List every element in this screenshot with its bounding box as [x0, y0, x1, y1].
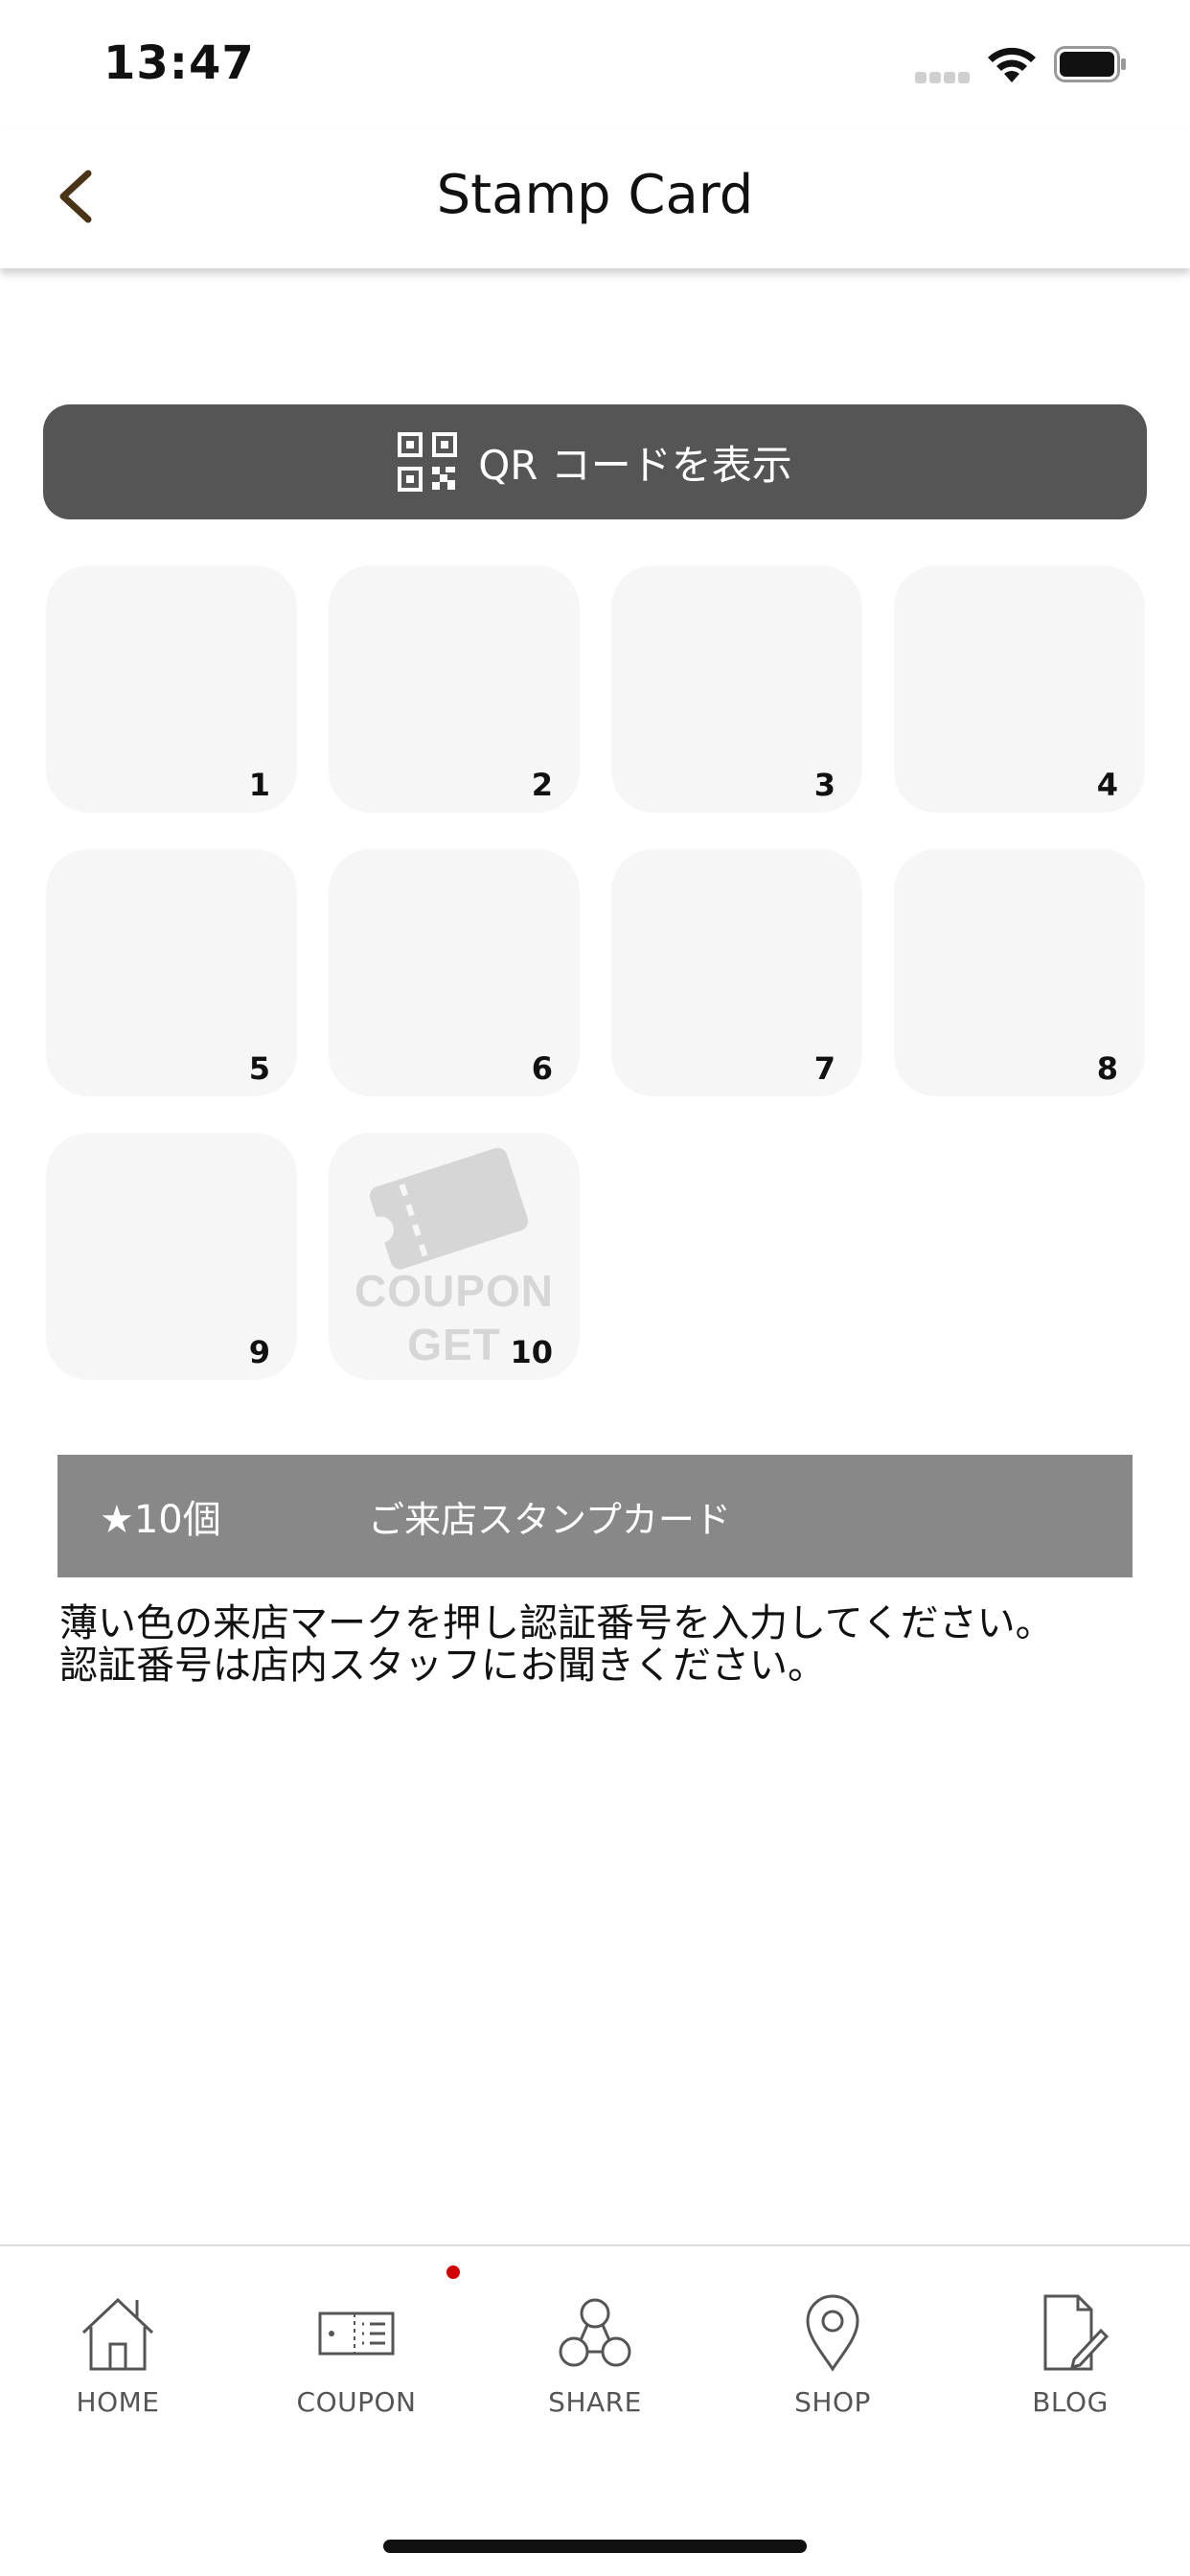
blog-document-edit-icon	[1043, 2294, 1110, 2371]
stamp-number: 10	[510, 1334, 553, 1370]
stamp-card-screen: 13:47 Stamp Card QR コードを表示 1 2 3 4 5 6 7…	[0, 0, 1190, 2576]
stamp-slot-4[interactable]: 4	[894, 565, 1145, 813]
stamp-slot-9[interactable]: 9	[46, 1133, 297, 1380]
stamp-slot-3[interactable]: 3	[611, 565, 862, 813]
tab-home-label: HOME	[76, 2386, 160, 2418]
home-icon	[81, 2297, 154, 2371]
stamp-slot-8[interactable]: 8	[894, 849, 1145, 1096]
show-qr-code-button[interactable]: QR コードを表示	[43, 404, 1147, 519]
stamp-number: 8	[1096, 1050, 1118, 1087]
stamp-slot-7[interactable]: 7	[611, 849, 862, 1096]
stamp-number: 4	[1096, 767, 1118, 803]
stamp-number: 9	[248, 1334, 270, 1370]
status-bar: 13:47	[0, 0, 1190, 129]
bottom-tab-bar: HOME COUPON SHARE SHOP BLOG	[0, 2244, 1190, 2576]
coupon-notification-badge	[446, 2266, 460, 2279]
wifi-icon	[988, 47, 1036, 82]
home-indicator	[383, 2540, 807, 2553]
tab-coupon[interactable]: COUPON	[261, 2292, 452, 2484]
tab-shop-label: SHOP	[794, 2386, 871, 2418]
stamp-slot-5[interactable]: 5	[46, 849, 297, 1096]
stamp-slot-1[interactable]: 1	[46, 565, 297, 813]
stamp-slot-10-reward[interactable]: COUPON GET 10	[329, 1133, 580, 1380]
instructions-text: 薄い色の来店マークを押し認証番号を入力してください。 認証番号は店内スタッフにお…	[59, 1602, 1133, 1687]
stamp-slot-6[interactable]: 6	[329, 849, 580, 1096]
stamp-slot-2[interactable]: 2	[329, 565, 580, 813]
stamp-number: 3	[813, 767, 835, 803]
tab-share[interactable]: SHARE	[499, 2292, 691, 2484]
tab-blog-label: BLOG	[1032, 2386, 1109, 2418]
tab-shop[interactable]: SHOP	[737, 2292, 928, 2484]
coupon-text-line1: COUPON	[355, 1266, 554, 1316]
instructions-line-1: 薄い色の来店マークを押し認証番号を入力してください。	[59, 1601, 1054, 1645]
location-pin-icon	[806, 2294, 859, 2372]
instructions-line-2: 認証番号は店内スタッフにお聞きください。	[59, 1644, 826, 1688]
stamp-number: 2	[531, 767, 553, 803]
tab-blog[interactable]: BLOG	[974, 2292, 1166, 2484]
tab-home[interactable]: HOME	[22, 2292, 214, 2484]
status-time: 13:47	[103, 36, 255, 90]
stamp-card-name: ご来店スタンプカード	[368, 1498, 731, 1541]
battery-icon	[1054, 46, 1126, 82]
stamp-count-label: ★10個	[100, 1498, 221, 1542]
share-icon	[559, 2298, 631, 2367]
show-qr-code-label: QR コードを表示	[478, 441, 792, 489]
cellular-signal-icon	[915, 69, 973, 83]
stamp-number: 5	[248, 1050, 270, 1087]
stamp-card-info-bar: ★10個 ご来店スタンプカード	[57, 1455, 1133, 1577]
qr-code-icon	[398, 432, 458, 492]
tab-share-label: SHARE	[548, 2386, 642, 2418]
stamp-number: 1	[248, 767, 270, 803]
stamp-number: 6	[531, 1050, 553, 1087]
stamp-number: 7	[813, 1050, 835, 1087]
coupon-icon	[318, 2312, 395, 2356]
tab-coupon-label: COUPON	[296, 2386, 417, 2418]
nav-header: Stamp Card	[0, 129, 1190, 268]
page-title: Stamp Card	[436, 164, 754, 226]
